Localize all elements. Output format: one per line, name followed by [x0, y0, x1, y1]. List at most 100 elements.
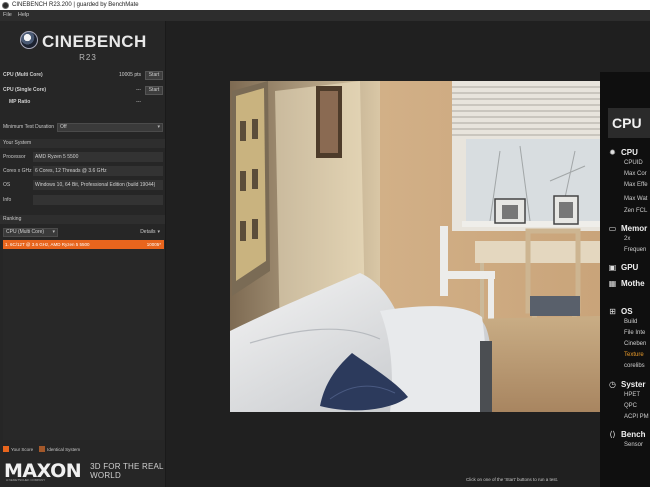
system-row-processor: Processor AMD Ryzen 5 5500 [3, 152, 163, 162]
system-label: OS [3, 182, 11, 188]
system-row-info: Info [3, 195, 163, 205]
info-section-os: ⊞ OS [608, 306, 633, 316]
system-row-os: OS Windows 10, 64 Bit, Professional Edit… [3, 180, 163, 190]
test-row-multi-core: CPU (Multi Core) 10005 pts Start [3, 70, 163, 80]
info-item: Build [624, 319, 638, 325]
duration-select[interactable]: Off ▾ [57, 122, 163, 132]
details-button[interactable]: Details ▾ [140, 229, 160, 235]
system-label: Cores x GHz [3, 168, 32, 174]
duration-value: Off [60, 123, 67, 130]
info-item: Frequen [624, 247, 647, 253]
render-viewport: Click on one of the 'Start' buttons to r… [166, 21, 600, 487]
info-section-cpu: ✹ CPU [608, 147, 638, 157]
legend-your-score: Your Score [11, 446, 34, 452]
mp-ratio-score: --- [136, 98, 141, 105]
test-label-single: CPU (Single Core) [3, 87, 47, 93]
your-system-header: Your System [0, 139, 165, 148]
info-panel-title: CPU [608, 108, 650, 138]
ranking-header: Ranking [0, 215, 165, 224]
maxon-footer: MAXON A NEMETSCHEK COMPANY 3D FOR THE RE… [4, 459, 164, 483]
render-preview-image [230, 81, 600, 412]
viewport-hint: Click on one of the 'Start' buttons to r… [466, 477, 559, 482]
info-heading: Syster [621, 379, 646, 389]
benchmate-info-panel: CPU ✹ CPU CPUID Max Cor Max Effe Max Wat… [600, 72, 650, 487]
info-section-memory: ▭ Memor [608, 223, 648, 233]
system-value: Windows 10, 64 Bit, Professional Edition… [33, 180, 163, 190]
stopwatch-icon: ◷ [609, 379, 616, 389]
info-item: Sensor [624, 442, 644, 448]
test-score-single: --- [136, 87, 141, 93]
info-item: Max Wat [624, 196, 648, 202]
duration-label: Minimum Test Duration [3, 124, 55, 130]
test-label-multi: CPU (Multi Core) [3, 72, 43, 78]
info-section-system: ◷ Syster [608, 379, 645, 389]
title-bar: CINEBENCH R23.200 | guarded by BenchMate [0, 0, 650, 10]
info-heading: GPU [621, 262, 639, 272]
room-render [230, 81, 600, 412]
cinebench-logo: CINEBENCH R23 [18, 29, 158, 65]
ranking-entry[interactable]: 1. 6C/12T @ 3.6 GHz, AMD Ryzen 5 5500 10… [3, 240, 164, 249]
left-panel: CINEBENCH R23 CPU (Multi Core) 10005 pts… [0, 21, 166, 487]
mp-ratio-label: MP Ratio [9, 98, 31, 105]
identical-system-swatch [39, 446, 46, 452]
ranking-entry-name: 1. 6C/12T @ 3.6 GHz, AMD Ryzen 5 5500 [5, 242, 90, 247]
system-label: Info [3, 197, 12, 203]
memory-icon: ▭ [608, 223, 617, 233]
info-item: Zen FCL [624, 208, 648, 214]
start-multi-core-button[interactable]: Start [145, 70, 163, 80]
test-row-single-core: CPU (Single Core) --- Start [3, 85, 163, 95]
menu-bar: File Help [0, 10, 650, 21]
menu-help[interactable]: Help [15, 10, 32, 21]
your-score-swatch [3, 446, 9, 452]
ranking-entry-score: 10005* [146, 242, 161, 247]
info-item: CPUID [624, 160, 643, 166]
logo-version: R23 [79, 53, 97, 62]
ranking-select[interactable]: CPU (Multi Core) ▾ [3, 227, 58, 237]
maxon-logo-sub: A NEMETSCHEK COMPANY [6, 478, 46, 482]
details-label: Details [140, 229, 156, 235]
ranking-list: 1. 6C/12T @ 3.6 GHz, AMD Ryzen 5 5500 10… [3, 240, 164, 440]
test-score-multi: 10005 pts [119, 72, 141, 78]
chevron-down-icon: ▾ [157, 123, 160, 130]
cinebench-app-icon [2, 1, 9, 9]
info-section-gpu: ▣ GPU [608, 262, 639, 272]
legend-identical: Identical System [47, 446, 81, 452]
info-item: Cineben [624, 341, 647, 347]
info-section-benchmate: ⟨⟩ Bench [608, 429, 645, 439]
info-field[interactable] [33, 195, 163, 205]
chevron-down-icon: ▾ [52, 228, 55, 235]
ranking-controls: CPU (Multi Core) ▾ Details ▾ [3, 227, 163, 237]
cpu-icon: ✹ [609, 147, 616, 157]
info-item: QPC [624, 403, 638, 409]
window-title: CINEBENCH R23.200 | guarded by BenchMate [12, 2, 139, 8]
info-heading: OS [621, 306, 633, 316]
info-item: HPET [624, 392, 641, 398]
test-duration-row: Minimum Test Duration Off ▾ [3, 122, 163, 132]
system-row-cores: Cores x GHz 6 Cores, 12 Threads @ 3.6 GH… [3, 166, 163, 176]
start-single-core-button[interactable]: Start [145, 85, 163, 95]
info-item: Max Cor [624, 171, 647, 177]
system-value: 6 Cores, 12 Threads @ 3.6 GHz [33, 166, 163, 176]
logo-name: CINEBENCH [42, 32, 147, 51]
info-section-motherboard: ▦ Mothe [608, 278, 645, 288]
info-item: File Inte [624, 330, 646, 336]
info-item: 2x [624, 236, 631, 242]
gpu-icon: ▣ [608, 262, 617, 272]
ranking-select-value: CPU (Multi Core) [6, 228, 45, 235]
info-item: ACPI PM [624, 414, 649, 420]
info-item: corelibs [624, 363, 645, 369]
ranking-legend: Your Score Identical System [3, 445, 163, 453]
benchmate-icon: ⟨⟩ [609, 429, 616, 439]
mp-ratio-row: MP Ratio --- [3, 97, 163, 106]
chevron-down-icon: ▾ [157, 229, 160, 235]
cinebench-sphere-icon [20, 31, 38, 49]
windows-icon: ⊞ [609, 306, 616, 316]
maxon-tagline: 3D FOR THE REAL WORLD [90, 462, 164, 480]
info-heading: Mothe [621, 278, 645, 288]
system-label: Processor [3, 154, 26, 160]
info-item: Max Effe [624, 182, 648, 188]
info-heading: Memor [621, 223, 648, 233]
info-item-highlight: Texture [624, 352, 644, 358]
menu-file[interactable]: File [0, 10, 15, 21]
info-heading: CPU [621, 147, 638, 157]
